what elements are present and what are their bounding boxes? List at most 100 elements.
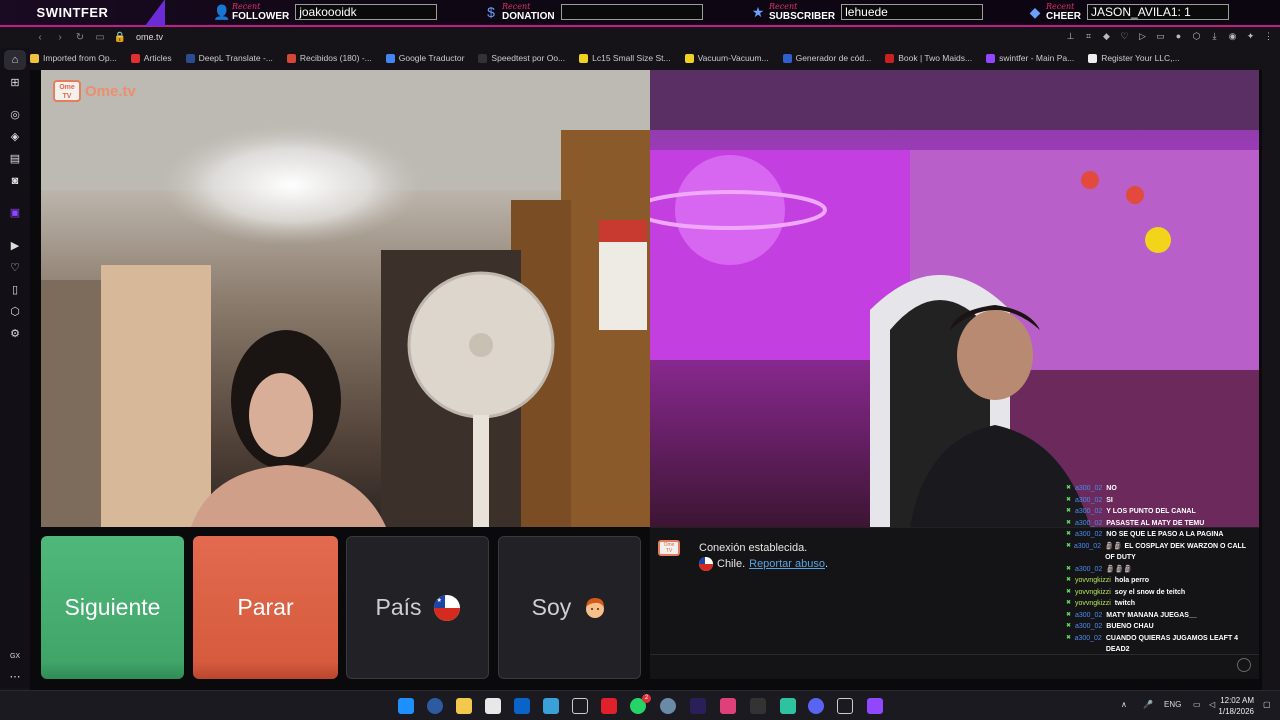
outlook-icon[interactable] bbox=[514, 698, 530, 714]
profile-icon[interactable]: ● bbox=[1171, 29, 1186, 44]
bits-icon: ◆ bbox=[1029, 4, 1041, 20]
bookmark-item[interactable]: Lc15 Small Size St... bbox=[579, 53, 671, 63]
microphone-icon[interactable]: 🎤 bbox=[1143, 700, 1153, 709]
network-icon[interactable]: ▭ bbox=[1193, 700, 1201, 709]
reader-icon[interactable]: ▭ bbox=[1153, 29, 1168, 44]
bookmark-favicon-icon bbox=[385, 53, 395, 63]
clock-time: 12:02 AM bbox=[1220, 696, 1254, 705]
downloads-icon[interactable]: ⤓ bbox=[1207, 29, 1222, 44]
player-icon[interactable]: ▶ bbox=[8, 239, 22, 253]
bookmark-item[interactable]: Google Traductor bbox=[385, 53, 465, 63]
bookmark-label: Register Your LLC,... bbox=[1101, 53, 1180, 63]
bookmark-item[interactable]: Vacuum-Vacuum... bbox=[684, 53, 769, 63]
store-icon[interactable] bbox=[485, 698, 501, 714]
bookmark-label: Google Traductor bbox=[398, 53, 465, 63]
file-explorer-icon[interactable] bbox=[456, 698, 472, 714]
bookmark-favicon-icon bbox=[885, 53, 895, 63]
chat-message-text: Y LOS PUNTO DEL CANAL bbox=[1106, 508, 1196, 515]
country-select-button[interactable]: País ★ bbox=[346, 536, 489, 679]
bookmark-item[interactable]: Register Your LLC,... bbox=[1088, 53, 1180, 63]
gender-select-button[interactable]: Soy bbox=[498, 536, 641, 679]
settings-icon[interactable]: ⚙ bbox=[8, 327, 22, 341]
shield-icon[interactable]: ◆ bbox=[1099, 29, 1114, 44]
news-icon[interactable]: ▤ bbox=[8, 152, 22, 166]
reload-icon[interactable]: ↻ bbox=[70, 32, 90, 43]
bookmark-item[interactable]: Book | Two Maids... bbox=[885, 53, 972, 63]
twitch-icon[interactable]: ▣ bbox=[8, 206, 22, 220]
screenshot-icon[interactable]: ⌗ bbox=[1081, 29, 1096, 44]
more-icon[interactable]: ⋯ bbox=[8, 670, 22, 684]
chat-badge-icon: ✖ bbox=[1066, 577, 1072, 583]
bookmark-favicon-icon bbox=[1088, 53, 1098, 63]
search-icon[interactable] bbox=[427, 698, 443, 714]
emoji-icon[interactable] bbox=[1237, 658, 1251, 672]
chat-message-text: NO SE QUE LE PASO A LA PAGINA bbox=[1106, 531, 1224, 538]
ai-icon[interactable]: ✦ bbox=[1243, 29, 1258, 44]
play-icon[interactable]: ▷ bbox=[1135, 29, 1150, 44]
windows-start-icon[interactable] bbox=[398, 698, 414, 714]
twitch-chat-message: ✖ a300_02 PASASTE AL MATY DE TEMU bbox=[1066, 518, 1256, 530]
chat-badge-icon: ✖ bbox=[1066, 519, 1072, 526]
chat-badge-icon: ✖ bbox=[1066, 485, 1072, 491]
report-abuse-link[interactable]: Reportar abuso bbox=[749, 558, 825, 570]
next-button[interactable]: Siguiente bbox=[41, 536, 184, 679]
heart-icon[interactable]: ♡ bbox=[8, 261, 22, 275]
bookmark-item[interactable]: DeepL Translate -... bbox=[185, 53, 273, 63]
bookmark-item[interactable]: Recibidos (180) -... bbox=[286, 53, 372, 63]
forward-icon[interactable]: › bbox=[50, 32, 70, 43]
bookmark-label: Imported from Op... bbox=[43, 53, 117, 63]
menu-icon[interactable]: ⋮ bbox=[1261, 29, 1276, 44]
opera-gx-icon[interactable] bbox=[837, 698, 853, 714]
camera-icon[interactable]: ◉ bbox=[1225, 29, 1240, 44]
opera-icon[interactable]: ◎ bbox=[8, 108, 22, 122]
bookmark-item[interactable]: Articles bbox=[130, 53, 172, 63]
bookmark-label: Lc15 Small Size St... bbox=[592, 53, 671, 63]
bookmark-item[interactable]: Imported from Op... bbox=[30, 53, 117, 63]
heart-icon[interactable]: ♡ bbox=[1117, 29, 1132, 44]
premiere-icon[interactable] bbox=[690, 698, 706, 714]
extensions-icon[interactable]: ⬡ bbox=[1189, 29, 1204, 44]
ome-tv-logo[interactable]: Ome TV Ome.tv bbox=[53, 80, 136, 102]
ome-logo-text: Ome.tv bbox=[85, 82, 136, 100]
video-editor-icon[interactable] bbox=[867, 698, 883, 714]
country-button-label: País bbox=[375, 594, 422, 620]
stop-button[interactable]: Parar bbox=[193, 536, 338, 679]
tray-expand-icon[interactable]: ∧ bbox=[1121, 700, 1127, 709]
chat-message-text: soy el snow de teitch bbox=[1114, 588, 1186, 596]
url-field[interactable]: ome.tv bbox=[136, 32, 163, 42]
gx-label[interactable]: GX bbox=[8, 650, 22, 664]
notification-badge: 2 bbox=[642, 694, 651, 703]
app-icon[interactable] bbox=[750, 698, 766, 714]
gamepad-icon[interactable]: ⊞ bbox=[8, 76, 22, 90]
back-icon[interactable]: ‹ bbox=[30, 32, 50, 43]
bookmark-item[interactable]: Generador de cód... bbox=[782, 53, 871, 63]
discord-icon[interactable]: ◙ bbox=[8, 174, 22, 188]
bookmark-item[interactable]: swintfer - Main Pa... bbox=[986, 53, 1074, 63]
system-clock[interactable]: 12:02 AM 1/18/2026 bbox=[1218, 695, 1254, 717]
app-icon[interactable] bbox=[780, 698, 796, 714]
steam-icon[interactable] bbox=[660, 698, 676, 714]
ome-chat-logo: Ome TV bbox=[658, 540, 680, 556]
language-indicator[interactable]: ENG bbox=[1164, 700, 1181, 709]
pin-icon[interactable]: ⊥ bbox=[1063, 29, 1078, 44]
ome-logo-badge: Ome TV bbox=[53, 80, 81, 102]
chat-badge-icon: ✖ bbox=[1066, 588, 1072, 595]
bookmarks-icon[interactable]: ▯ bbox=[8, 283, 22, 297]
extensions-icon[interactable]: ⬡ bbox=[8, 305, 22, 319]
recent-subscriber: ★ Recent SUBSCRIBER lehuede bbox=[750, 2, 984, 22]
lightning-app-icon[interactable] bbox=[601, 698, 617, 714]
instagram-icon[interactable] bbox=[720, 698, 736, 714]
bookmark-favicon-icon bbox=[782, 53, 792, 63]
opera-gx-icon[interactable] bbox=[572, 698, 588, 714]
volume-icon[interactable]: ◁ bbox=[1209, 700, 1215, 709]
app-icon[interactable] bbox=[543, 698, 559, 714]
bookmark-item[interactable]: Speedtest por Oo... bbox=[478, 53, 565, 63]
notifications-icon[interactable]: ▢ bbox=[1263, 700, 1271, 709]
messenger-icon[interactable]: ◈ bbox=[8, 130, 22, 144]
snapshot-icon[interactable]: ▭ bbox=[90, 32, 110, 43]
twitch-chat-message: ✖ a300_02 SI bbox=[1066, 495, 1256, 507]
home-icon[interactable]: ⌂ bbox=[8, 53, 22, 67]
discord-icon[interactable] bbox=[808, 698, 824, 714]
boy-avatar-icon bbox=[586, 597, 605, 618]
local-video bbox=[650, 70, 1259, 527]
